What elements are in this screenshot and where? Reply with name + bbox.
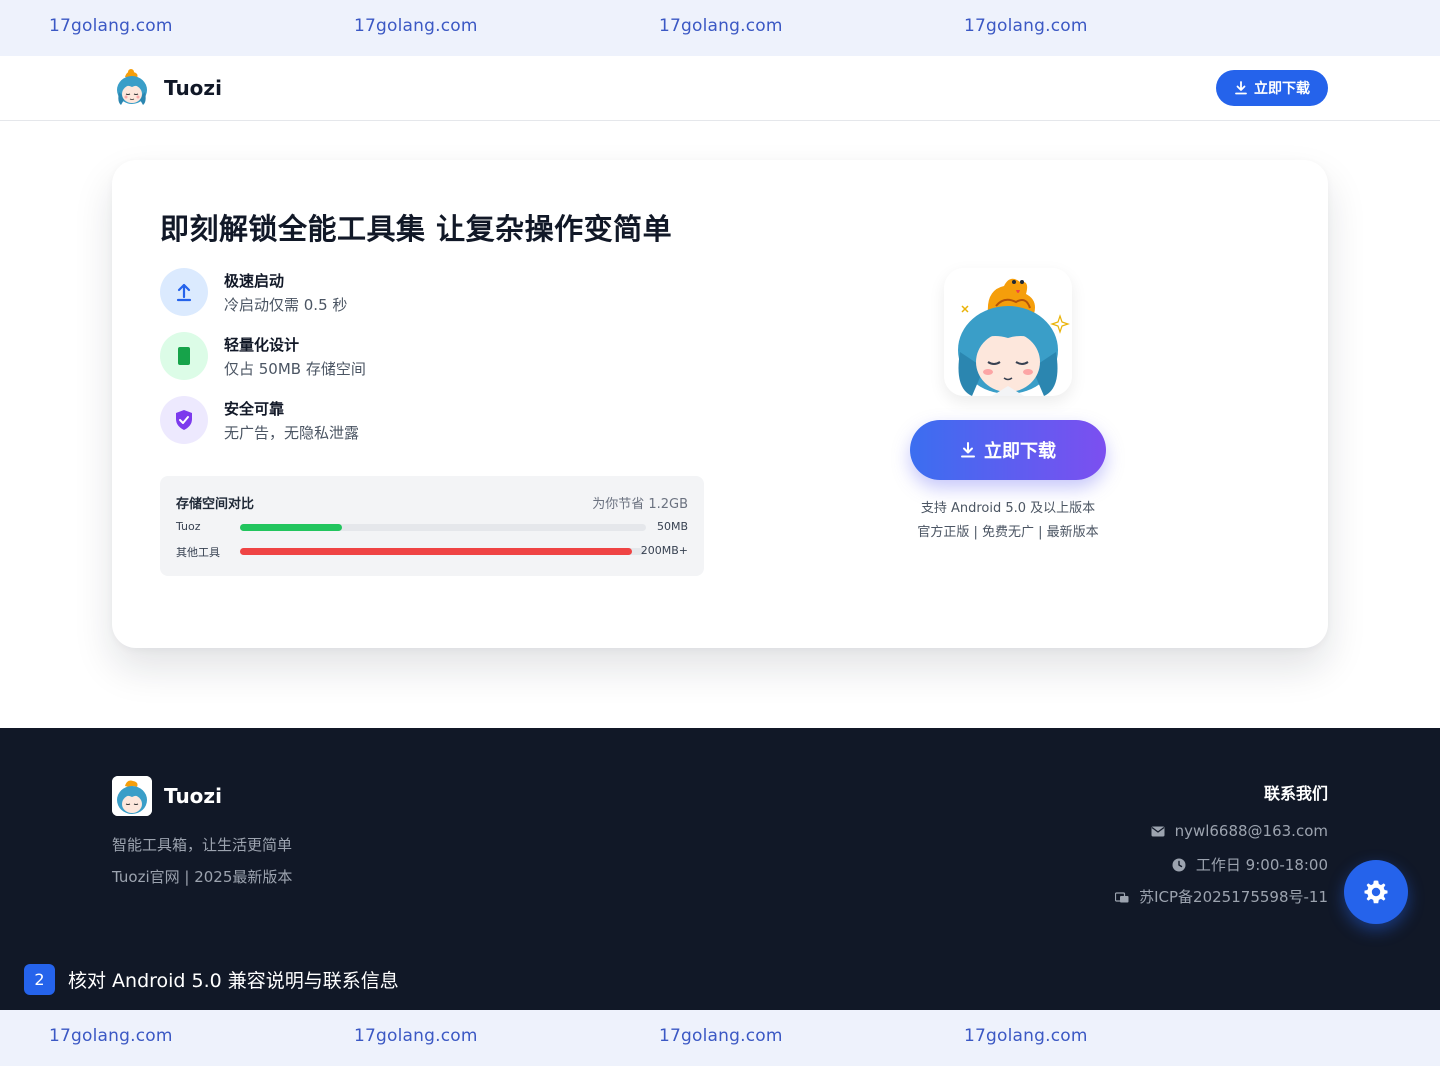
watermark-text: 17golang.com bbox=[964, 16, 1088, 36]
feature-title: 轻量化设计 bbox=[224, 336, 300, 354]
watermark-bar-bottom: 17golang.com 17golang.com 17golang.com 1… bbox=[0, 1010, 1440, 1066]
storage-bar-track bbox=[240, 548, 646, 555]
storage-saving: 为你节省 1.2GB bbox=[592, 497, 688, 512]
feature-item: 轻量化设计 仅占 50MB 存储空间 bbox=[160, 332, 580, 382]
brand-name[interactable]: Tuozi bbox=[164, 76, 222, 100]
storage-bar-fill bbox=[240, 524, 342, 531]
watermark-text: 17golang.com bbox=[49, 16, 173, 36]
download-icon bbox=[961, 442, 975, 458]
watermark-text: 17golang.com bbox=[659, 16, 783, 36]
footer-edition: Tuozi官网 | 2025最新版本 bbox=[112, 868, 293, 886]
feature-item: 极速启动 冷启动仅需 0.5 秒 bbox=[160, 268, 580, 318]
feature-title: 安全可靠 bbox=[224, 400, 285, 418]
storage-row-label: Tuoz bbox=[176, 520, 201, 533]
settings-floating-button[interactable] bbox=[1344, 860, 1408, 924]
feature-desc: 无广告，无隐私泄露 bbox=[224, 424, 360, 442]
storage-title: 存储空间对比 bbox=[176, 497, 255, 512]
hero-download-button[interactable]: 立即下载 bbox=[910, 420, 1106, 480]
feature-title: 极速启动 bbox=[224, 272, 285, 290]
contact-email[interactable]: nywl6688@163.com bbox=[1151, 822, 1328, 840]
contact-email-text: nywl6688@163.com bbox=[1174, 822, 1328, 840]
app-mascot-image bbox=[944, 268, 1072, 396]
contact-title: 联系我们 bbox=[1263, 784, 1328, 803]
storage-bar-track bbox=[240, 524, 646, 531]
storage-row-value: 50MB bbox=[656, 520, 688, 533]
contact-hours-text: 工作日 9:00-18:00 bbox=[1195, 856, 1328, 874]
support-android: 支持 Android 5.0 及以上版本 bbox=[920, 501, 1096, 516]
feature-item: 安全可靠 无广告，无隐私泄露 bbox=[160, 396, 580, 446]
hero-card: 即刻解锁全能工具集 让复杂操作变简单 极速启动 冷启动仅需 0.5 秒 轻量化设… bbox=[112, 160, 1328, 648]
shield-check-icon bbox=[160, 396, 208, 444]
watermark-text: 17golang.com bbox=[964, 1026, 1088, 1046]
storage-bar-fill bbox=[240, 548, 632, 555]
watermark-text: 17golang.com bbox=[49, 1026, 173, 1046]
shield-record-icon bbox=[1115, 891, 1129, 902]
site-header: Tuozi 立即下载 bbox=[0, 56, 1440, 121]
footer-slogan: 智能工具箱，让生活更简单 bbox=[112, 836, 293, 854]
storage-row-value: 200MB+ bbox=[640, 544, 688, 557]
download-icon bbox=[1235, 81, 1247, 95]
mail-icon bbox=[1151, 826, 1165, 836]
hero-title: 即刻解锁全能工具集 让复杂操作变简单 bbox=[160, 212, 673, 246]
header-download-label: 立即下载 bbox=[1254, 81, 1310, 97]
hero-download-label: 立即下载 bbox=[984, 441, 1056, 462]
storage-comparison: 存储空间对比 为你节省 1.2GB Tuoz 50MB 其他工具 200MB+ bbox=[160, 476, 704, 576]
feature-desc: 冷启动仅需 0.5 秒 bbox=[224, 296, 348, 314]
watermark-text: 17golang.com bbox=[354, 1026, 478, 1046]
step-instruction: 核对 Android 5.0 兼容说明与联系信息 bbox=[68, 970, 399, 992]
gear-icon bbox=[1364, 880, 1388, 904]
contact-icp-text: 苏ICP备2025175598号-11 bbox=[1139, 888, 1328, 906]
contact-icp[interactable]: 苏ICP备2025175598号-11 bbox=[1115, 886, 1328, 907]
contact-hours: 工作日 9:00-18:00 bbox=[1172, 854, 1328, 875]
upload-arrow-icon bbox=[160, 268, 208, 316]
step-number-badge: 2 bbox=[24, 964, 55, 995]
footer-brand: Tuozi bbox=[164, 784, 222, 808]
battery-icon bbox=[160, 332, 208, 380]
watermark-bar-top: 17golang.com 17golang.com 17golang.com 1… bbox=[0, 0, 1440, 56]
header-download-button[interactable]: 立即下载 bbox=[1216, 70, 1328, 106]
watermark-text: 17golang.com bbox=[354, 16, 478, 36]
logo-mascot-icon[interactable] bbox=[113, 68, 151, 106]
support-tags: 官方正版 | 免费无广 | 最新版本 bbox=[917, 525, 1099, 540]
storage-row-label: 其他工具 bbox=[176, 546, 220, 559]
clock-icon bbox=[1172, 858, 1186, 871]
footer-logo-mascot-icon bbox=[112, 776, 152, 816]
feature-desc: 仅占 50MB 存储空间 bbox=[224, 360, 366, 378]
watermark-text: 17golang.com bbox=[659, 1026, 783, 1046]
